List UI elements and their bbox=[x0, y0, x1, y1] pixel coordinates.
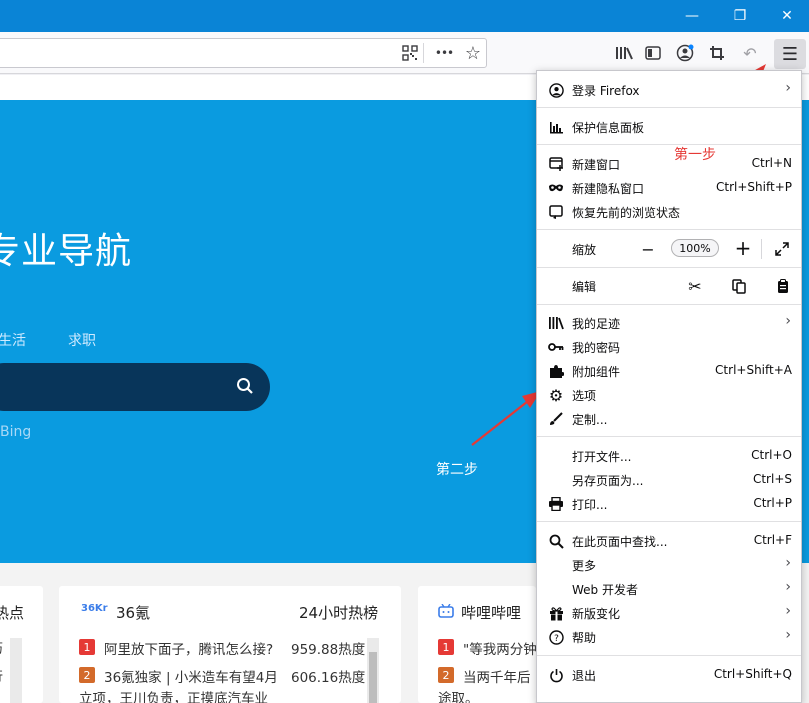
menu-customize[interactable]: 定制... bbox=[537, 407, 801, 431]
menu-whats-new[interactable]: 新版变化 › bbox=[537, 601, 801, 625]
shortcut: Ctrl+O bbox=[751, 448, 792, 462]
account-circle-icon bbox=[547, 81, 565, 99]
menu-label: 新版变化 bbox=[572, 607, 621, 621]
menu-separator bbox=[537, 304, 801, 305]
menu-label: 我的密码 bbox=[572, 341, 621, 355]
menu-label: 附加组件 bbox=[572, 365, 621, 379]
menu-label: 保护信息面板 bbox=[572, 121, 645, 135]
menu-label: 选项 bbox=[572, 389, 597, 403]
menu-separator bbox=[537, 229, 801, 230]
menu-more[interactable]: 更多 › bbox=[537, 553, 801, 577]
menu-web-developer[interactable]: Web 开发者 › bbox=[537, 577, 801, 601]
copy-icon bbox=[732, 278, 746, 294]
zoom-out-button[interactable]: − bbox=[636, 237, 660, 261]
menu-new-private-window[interactable]: 新建隐私窗口 Ctrl+Shift+P bbox=[537, 176, 801, 200]
menu-separator bbox=[537, 144, 801, 145]
gear-icon: ⚙ bbox=[548, 385, 564, 405]
menu-label: 我的足迹 bbox=[572, 317, 621, 331]
menu-find-in-page[interactable]: 在此页面中查找... Ctrl+F bbox=[537, 529, 801, 553]
bar-chart-icon bbox=[547, 118, 565, 136]
menu-options[interactable]: ⚙ 选项 bbox=[537, 383, 801, 407]
menu-label: 更多 bbox=[572, 559, 597, 573]
menu-addons[interactable]: 附加组件 Ctrl+Shift+A bbox=[537, 359, 801, 383]
printer-icon bbox=[547, 495, 565, 513]
gift-icon bbox=[547, 604, 565, 622]
menu-label: 登录 Firefox bbox=[572, 84, 640, 98]
menu-label: 打开文件... bbox=[572, 450, 632, 464]
cut-button[interactable]: ✂ bbox=[683, 274, 707, 298]
chevron-right-icon: › bbox=[785, 313, 791, 329]
menu-open-file[interactable]: 打开文件... Ctrl+O bbox=[537, 444, 801, 468]
menu-label: 另存页面为... bbox=[572, 474, 644, 488]
shortcut: Ctrl+Shift+A bbox=[715, 363, 792, 377]
menu-label: 编辑 bbox=[572, 280, 597, 294]
new-window-icon bbox=[547, 155, 565, 173]
menu-separator bbox=[537, 521, 801, 522]
menu-new-window[interactable]: 新建窗口 Ctrl+N bbox=[537, 152, 801, 176]
paintbrush-icon bbox=[547, 410, 565, 428]
key-icon bbox=[547, 338, 565, 356]
menu-protection-dashboard[interactable]: 保护信息面板 bbox=[537, 115, 801, 139]
help-icon: ? bbox=[547, 628, 565, 646]
zoom-in-button[interactable]: + bbox=[731, 236, 755, 260]
search-icon bbox=[547, 532, 565, 550]
shortcut: Ctrl+F bbox=[753, 533, 792, 547]
shortcut: Ctrl+N bbox=[751, 156, 792, 170]
chevron-right-icon: › bbox=[785, 555, 791, 571]
shortcut: Ctrl+P bbox=[753, 496, 792, 510]
chevron-right-icon: › bbox=[785, 579, 791, 595]
menu-separator bbox=[537, 107, 801, 108]
menu-quit[interactable]: 退出 Ctrl+Shift+Q bbox=[537, 663, 801, 687]
power-icon bbox=[547, 666, 565, 684]
mask-icon bbox=[547, 179, 565, 197]
shortcut: Ctrl+Shift+Q bbox=[713, 667, 792, 681]
app-menu-panel: 登录 Firefox › 保护信息面板 第一步 新建窗口 Ctrl+N 新建隐私… bbox=[536, 70, 802, 703]
menu-print[interactable]: 打印... Ctrl+P bbox=[537, 492, 801, 516]
menu-passwords[interactable]: 我的密码 bbox=[537, 335, 801, 359]
chevron-right-icon: › bbox=[785, 80, 791, 96]
menu-help[interactable]: ? 帮助 › bbox=[537, 625, 801, 649]
plus-icon: + bbox=[734, 236, 752, 260]
zoom-divider bbox=[761, 239, 762, 259]
menu-separator bbox=[537, 436, 801, 437]
svg-text:?: ? bbox=[554, 634, 559, 644]
minus-icon: − bbox=[641, 239, 655, 259]
menu-label: 新建窗口 bbox=[572, 158, 621, 172]
fullscreen-button[interactable] bbox=[770, 237, 794, 261]
menu-label: 新建隐私窗口 bbox=[572, 182, 645, 196]
step-two-arrow bbox=[471, 397, 533, 446]
menu-login-firefox[interactable]: 登录 Firefox › bbox=[537, 78, 801, 102]
menu-label: 缩放 bbox=[572, 243, 597, 257]
menu-library[interactable]: 我的足迹 › bbox=[537, 311, 801, 335]
chevron-right-icon: › bbox=[785, 603, 791, 619]
menu-label: 定制... bbox=[572, 413, 608, 427]
paste-button[interactable] bbox=[771, 274, 795, 298]
copy-button[interactable] bbox=[727, 274, 751, 298]
restore-session-icon bbox=[547, 203, 565, 221]
shortcut: Ctrl+S bbox=[752, 472, 792, 486]
menu-label: Web 开发者 bbox=[572, 583, 638, 597]
expand-icon bbox=[775, 242, 789, 256]
menu-label: 打印... bbox=[572, 498, 608, 512]
menu-label: 退出 bbox=[572, 669, 597, 683]
menu-separator bbox=[537, 655, 801, 656]
menu-label: 恢复先前的浏览状态 bbox=[572, 206, 681, 220]
menu-label: 在此页面中查找... bbox=[572, 535, 668, 549]
clipboard-icon bbox=[778, 278, 788, 293]
zoom-level[interactable]: 100% bbox=[671, 239, 719, 257]
library-icon bbox=[547, 314, 565, 332]
chevron-right-icon: › bbox=[785, 627, 791, 643]
menu-separator bbox=[537, 267, 801, 268]
menu-save-page[interactable]: 另存页面为... Ctrl+S bbox=[537, 468, 801, 492]
menu-label: 帮助 bbox=[572, 631, 597, 645]
scissors-icon: ✂ bbox=[688, 276, 702, 296]
shortcut: Ctrl+Shift+P bbox=[716, 180, 792, 194]
puzzle-piece-icon bbox=[547, 362, 565, 380]
menu-restore-session[interactable]: 恢复先前的浏览状态 bbox=[537, 200, 801, 224]
menu-edit-row: 编辑 bbox=[537, 274, 801, 298]
